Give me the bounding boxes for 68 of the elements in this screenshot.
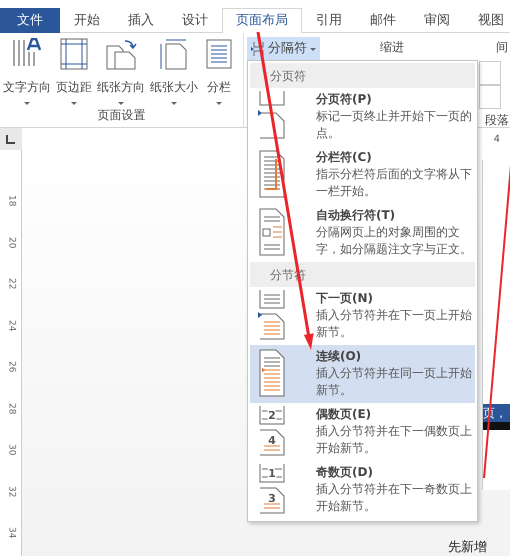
ruler-number: 34 [5,527,18,538]
menu-item[interactable]: 1 3 奇数页(D) 插入分节符并在下一奇数页上开始新节。 [250,461,475,519]
menu-item-description: 插入分节符并在同一页上开始新节。 [316,365,473,399]
columns-button[interactable]: 分栏 [202,38,236,105]
ruler-number: 22 [5,278,18,290]
continuous-section-icon [258,348,286,398]
next-page-icon [258,290,286,340]
menu-item-description: 插入分节符并在下一偶数页上开始新节。 [316,423,473,457]
ruler-number: 30 [5,444,18,456]
orientation-button[interactable]: 纸张方向 [96,38,146,105]
caret-icon [24,102,30,105]
ribbon-tab[interactable]: 开始 [60,8,114,33]
spinner[interactable] [479,61,501,85]
caret-icon [216,102,222,105]
ruler-number: 32 [5,486,18,497]
menu-item[interactable]: 2 4 偶数页(E) 插入分节符并在下一偶数页上开始新节。 [250,403,475,461]
ribbon-tab[interactable]: 引用 [302,8,356,33]
menu-item-title: 下一页(N) [316,290,374,307]
tab-selector[interactable] [0,128,22,150]
orientation-icon [105,38,137,70]
menu-item[interactable]: 连续(O) 插入分节符并在同一页上开始新节。 [250,345,475,403]
menu-item-title: 连续(O) [316,348,362,365]
tab-stop-icon [6,134,15,144]
menu-item-title: 奇数页(D) [316,464,374,481]
group-label: 段落 [485,112,509,129]
menu-item-description: 插入分节符并在下一奇数页上开始新节。 [316,481,473,515]
breaks-button[interactable]: 分隔符 [247,37,320,61]
caret-icon [171,102,177,105]
ruler-number: 24 [5,320,18,331]
ruler-number: 4 [494,133,500,147]
menu-item-title: 自动换行符(T) [316,207,396,224]
spacing-label: 间 [496,39,508,56]
ruler-number: 20 [5,236,18,248]
document-text: 先新增 [448,539,487,556]
menu-section-header: 分页符 [250,63,475,88]
menu-item-description: 插入分节符并在下一页上开始新节。 [316,307,473,341]
menu-item-title: 分页符(P) [316,91,373,108]
caret-icon [71,102,77,105]
text-direction-button[interactable]: 文字方向 [2,38,52,105]
ribbon-tab[interactable]: 页面布局 [222,8,302,33]
highlight-bar [483,422,510,430]
ribbon-tab[interactable]: 审阅 [410,8,464,33]
caret-icon [310,48,316,50]
ruler-number: 26 [5,361,18,372]
text-wrapping-icon [258,207,286,257]
menu-item-title: 分栏符(C) [316,149,373,166]
menu-item[interactable]: 自动换行符(T) 分隔网页上的对象周围的文字，如分隔题注文字与正文。 [250,204,475,262]
margins-icon [58,38,90,70]
caret-icon [118,102,124,105]
ribbon-tab[interactable]: 设计 [168,8,222,33]
menu-item-description: 分隔网页上的对象周围的文字，如分隔题注文字与正文。 [316,224,473,258]
menu-item-description: 标记一页终止并开始下一页的点。 [316,108,473,142]
file-tab[interactable]: 文件 [0,8,60,33]
menu-item[interactable]: 下一页(N) 插入分节符并在下一页上开始新节。 [250,287,475,345]
menu-item-description: 指示分栏符后面的文字将从下一栏开始。 [316,166,473,200]
spinner[interactable] [479,85,501,109]
ruler-number: 18 [5,195,18,206]
ruler-number: 28 [5,402,18,414]
ribbon-tab[interactable]: 视图 [464,8,510,33]
size-button[interactable]: 纸张大小 [149,38,199,105]
indent-label: 缩进 [380,39,404,56]
ribbon-tab[interactable]: 插入 [114,8,168,33]
group-label: 页面设置 [96,107,146,124]
ribbon-tab[interactable]: 邮件 [356,8,410,33]
column-break-icon [258,149,286,199]
menu-item-title: 偶数页(E) [316,406,372,423]
margins-button[interactable]: 页边距 [55,38,93,105]
breaks-icon [251,41,265,57]
